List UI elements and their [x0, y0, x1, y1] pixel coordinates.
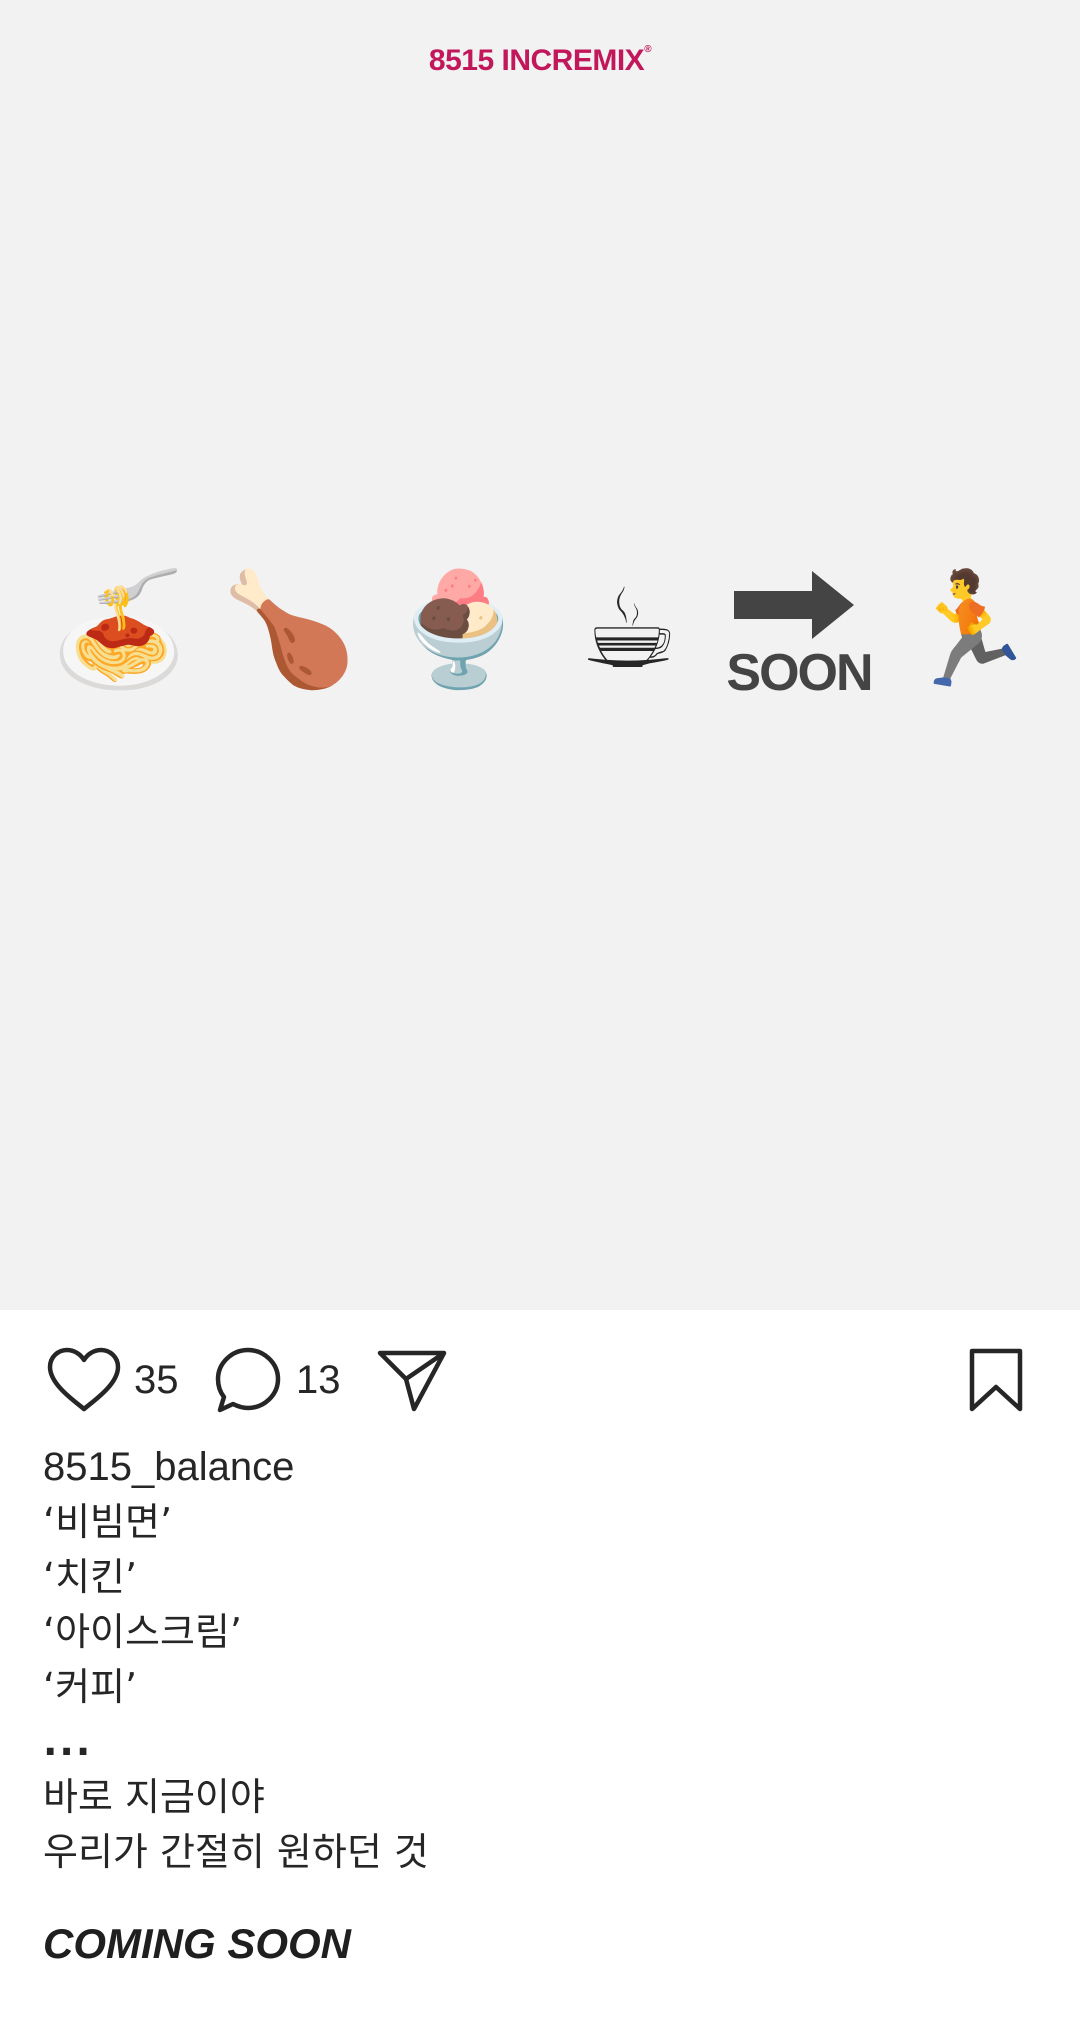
- soon-arrow-icon: SOON: [724, 565, 874, 705]
- like-button[interactable]: 35: [46, 1340, 179, 1420]
- bookmark-icon[interactable]: [966, 1347, 1026, 1413]
- heart-icon[interactable]: [46, 1347, 122, 1413]
- caption-line: 바로 지금이야: [43, 1775, 265, 1819]
- hot-coffee-icon: ☕: [579, 568, 679, 691]
- person-running-icon: 🏃: [900, 568, 1038, 691]
- spaghetti-icon: 🍝: [50, 568, 188, 691]
- comment-icon[interactable]: [212, 1344, 284, 1416]
- caption-line: ‘커피’: [43, 1665, 138, 1709]
- caption-line: ‘치킨’: [43, 1555, 138, 1599]
- paper-plane-icon[interactable]: [376, 1347, 448, 1413]
- caption-line: ‘아이스크림’: [43, 1610, 242, 1654]
- save-button[interactable]: [966, 1340, 1026, 1420]
- post-actions-bar: 35 13: [0, 1340, 1080, 1420]
- username-link[interactable]: 8515_balance: [43, 1440, 1043, 1495]
- caption-line: 우리가 간절히 원하던 것: [43, 1830, 429, 1874]
- caption-ellipsis: ...: [43, 1720, 93, 1764]
- emoji-row: 🍝 🍗 🍨 ☕ SOON 🏃: [44, 555, 1044, 705]
- comment-button[interactable]: 13: [212, 1340, 341, 1420]
- post-caption: 8515_balance ‘비빔면’ ‘치킨’ ‘아이스크림’ ‘커피’ ...…: [43, 1440, 1043, 1968]
- caption-line: ‘비빔면’: [43, 1500, 173, 1544]
- arrow-right-icon: [734, 571, 854, 639]
- brand-logo: 8515 INCREMIX®: [428, 44, 652, 77]
- comment-count: 13: [296, 1357, 341, 1402]
- like-count: 35: [134, 1357, 179, 1402]
- ice-cream-icon: 🍨: [390, 568, 528, 691]
- caption-headline: COMING SOON: [43, 1920, 352, 1967]
- share-button[interactable]: [376, 1340, 448, 1420]
- soon-label: SOON: [726, 644, 873, 702]
- post-image[interactable]: 8515 INCREMIX® 🍝 🍗 🍨 ☕ SOON 🏃: [0, 0, 1080, 1310]
- poultry-leg-icon: 🍗: [220, 568, 358, 691]
